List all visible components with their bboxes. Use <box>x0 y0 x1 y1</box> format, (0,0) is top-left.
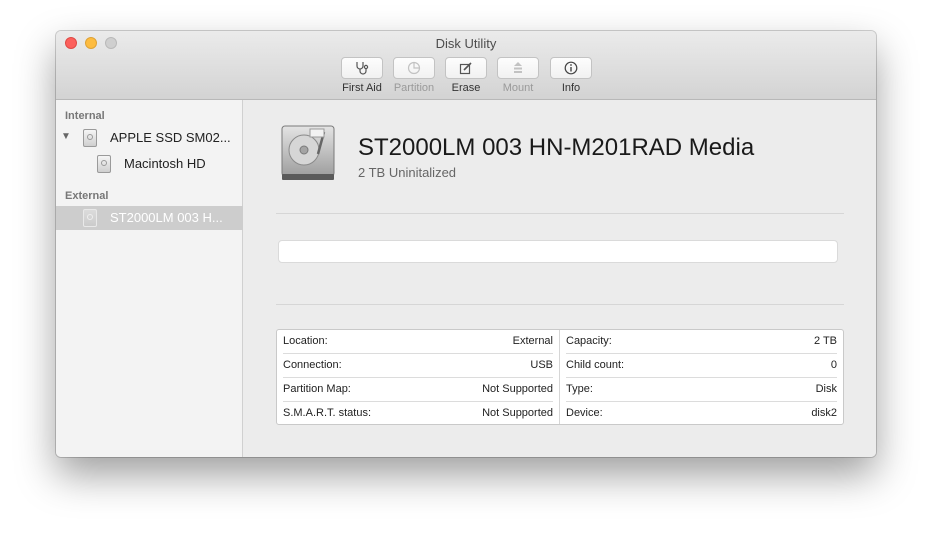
info-row-partition-map: Partition Map: Not Supported <box>283 378 553 402</box>
sidebar-header-external: External <box>65 190 109 202</box>
disclosure-triangle-icon[interactable]: ▼ <box>61 131 71 142</box>
pie-chart-icon <box>407 61 421 75</box>
separator <box>276 213 844 214</box>
info-row-connection: Connection: USB <box>283 354 553 378</box>
title-bar: Disk Utility First Aid Partition Erase M… <box>56 31 876 100</box>
volume-icon <box>97 155 111 173</box>
drive-subtitle: 2 TB Uninitalized <box>358 165 457 180</box>
drive-name: ST2000LM 003 HN-M201RAD Media <box>358 134 755 161</box>
usage-bar <box>278 240 838 263</box>
erase-button[interactable]: Erase <box>444 57 488 94</box>
separator <box>276 304 844 305</box>
window-title: Disk Utility <box>435 36 497 51</box>
info-column-right: Capacity: 2 TB Child count: 0 Type: Disk… <box>560 330 843 424</box>
info-row-location: Location: External <box>283 330 553 354</box>
main-pane: ST2000LM 003 HN-M201RAD Media 2 TB Unini… <box>244 100 876 457</box>
info-row-type: Type: Disk <box>566 378 837 402</box>
pencil-box-icon <box>459 62 472 75</box>
mount-icon <box>514 62 522 73</box>
first-aid-button[interactable]: First Aid <box>340 57 384 94</box>
info-table: Location: External Connection: USB Parti… <box>276 329 844 425</box>
sidebar-header-internal: Internal <box>65 110 105 122</box>
toolbar: First Aid Partition Erase Mount Info <box>56 57 876 97</box>
info-label: Info <box>561 82 581 94</box>
sidebar-item-label: ST2000LM 003 H... <box>110 210 223 225</box>
partition-button: Partition <box>392 57 436 94</box>
info-icon <box>564 61 578 75</box>
sidebar-item-label: APPLE SSD SM02... <box>110 130 231 145</box>
sidebar: Internal ▼ APPLE SSD SM02... Macintosh H… <box>56 100 243 457</box>
hard-drive-icon <box>281 125 335 180</box>
info-row-capacity: Capacity: 2 TB <box>566 330 837 354</box>
info-column-left: Location: External Connection: USB Parti… <box>277 330 560 424</box>
internal-disk-icon <box>83 129 97 147</box>
sidebar-item-apple-ssd[interactable]: ▼ APPLE SSD SM02... <box>56 126 243 150</box>
info-row-device: Device: disk2 <box>566 407 837 419</box>
sidebar-item-st2000lm[interactable]: ST2000LM 003 H... <box>56 206 243 230</box>
info-button[interactable]: Info <box>549 57 593 94</box>
stethoscope-icon <box>356 62 369 75</box>
sidebar-item-label: Macintosh HD <box>124 156 206 171</box>
disk-utility-window: Disk Utility First Aid Partition Erase M… <box>56 31 876 457</box>
info-row-smart-status: S.M.A.R.T. status: Not Supported <box>283 407 553 419</box>
info-row-child-count: Child count: 0 <box>566 354 837 378</box>
sidebar-item-macintosh-hd[interactable]: Macintosh HD <box>56 152 243 176</box>
external-disk-icon <box>83 209 97 227</box>
mount-button: Mount <box>496 57 540 94</box>
